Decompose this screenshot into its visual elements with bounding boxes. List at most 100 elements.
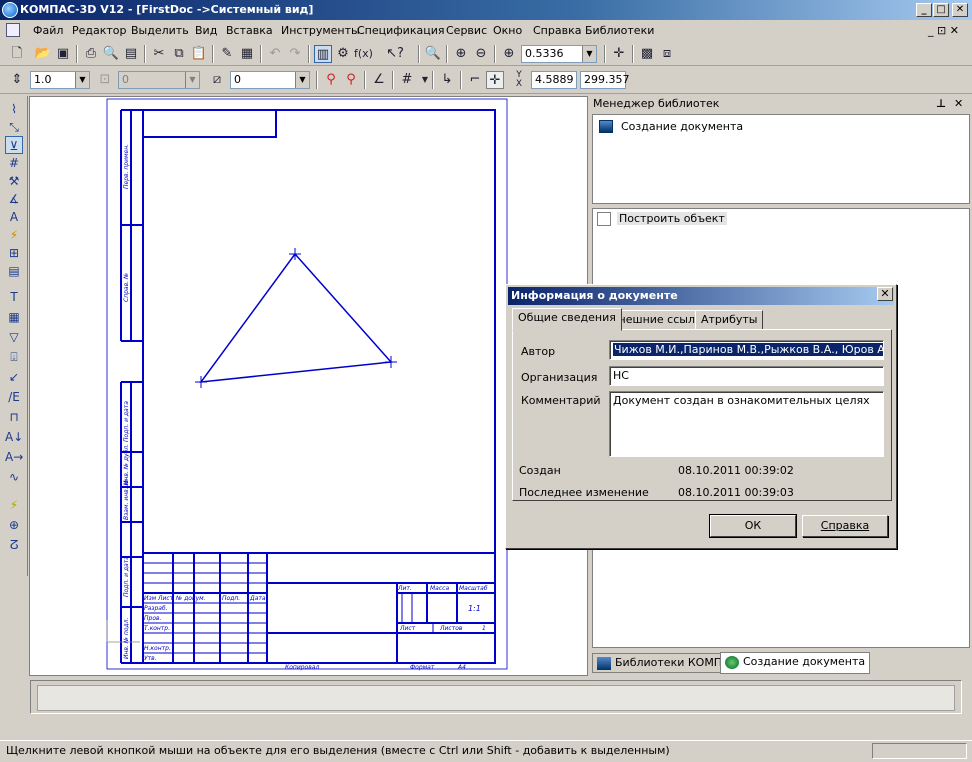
chevron-down-icon[interactable]: ▼ [75,72,89,88]
document-icon[interactable] [6,23,20,37]
menu-editor[interactable]: Редактор [72,24,127,37]
cut-line-icon[interactable]: A→ [5,448,23,466]
tab-create-document[interactable]: Создание документа [720,652,871,674]
chevron-down-icon[interactable]: ▼ [582,46,596,62]
variables-icon[interactable]: ⚙ [334,45,352,63]
undo-icon[interactable]: ↶ [266,45,284,63]
leader-icon[interactable]: ↙ [5,368,23,386]
author-field[interactable]: Чижов М.И.,Паринов М.В.,Рыжков В.А., Юро… [609,340,884,360]
fragment-icon[interactable]: ▤ [5,262,23,280]
menu-help[interactable]: Справка [533,24,581,37]
dimensions-icon[interactable]: ⤡ [5,118,23,136]
menu-tools[interactable]: Инструменты [281,24,360,37]
refresh-icon[interactable]: ▩ [638,45,656,63]
cut-icon[interactable]: ✂ [150,45,168,63]
close-button[interactable]: ✕ [952,3,968,17]
cursor-icon[interactable]: ✛ [486,71,504,89]
lightning-icon[interactable]: ⚡ [5,496,23,514]
scale-icon: ⇕ [11,72,23,87]
curve-icon[interactable]: ⵒ [5,536,23,554]
side-label-3: Подп. и дата [123,401,130,442]
save-icon[interactable]: ▣ [54,45,72,63]
style-combo[interactable]: 0 ▼ [230,71,310,89]
context-help-icon[interactable]: ↖? [386,45,404,63]
coordinates-icon: YX [510,71,528,89]
organization-field[interactable]: НС [609,366,884,386]
help-button[interactable]: Справка [802,515,888,537]
maximize-button[interactable]: □ [933,3,949,17]
select-icon[interactable]: ∡ [5,190,23,208]
copy-icon[interactable]: ⧉ [170,45,188,63]
new-document-icon[interactable]: 🗋 [8,45,26,63]
properties-icon[interactable]: ✎ [218,45,236,63]
dialog-close-button[interactable]: ✕ [877,287,893,301]
open-icon[interactable]: 📂 [34,45,52,63]
pin-icon[interactable]: ⊥ [936,96,946,112]
chevron-down-icon[interactable]: ▼ [185,72,199,88]
layer-combo[interactable]: 0 ▼ [118,71,200,89]
text-icon[interactable]: T [5,288,23,306]
grid-icon[interactable]: # [398,71,416,89]
zoom-in-icon[interactable]: ⊕ [452,45,470,63]
menu-insert[interactable]: Вставка [226,24,273,37]
library-tree[interactable]: Создание документа [592,114,970,204]
tab-general[interactable]: Общие сведения [512,308,622,331]
coord-y-field[interactable]: 299.357 [580,71,630,89]
orthogonal-mode-icon[interactable]: ⌐ [466,71,484,89]
arrow-icon[interactable]: A↓ [5,428,23,446]
view-manager-icon[interactable]: ⧈ [658,45,676,63]
print-preview-icon[interactable]: 🔍 [102,45,120,63]
tolerance-icon[interactable]: /E [5,388,23,406]
frame-icon[interactable]: ⊓ [5,408,23,426]
build-object-checkbox[interactable] [597,212,611,226]
menu-service[interactable]: Сервис [446,24,487,37]
ok-button[interactable]: ОК [709,514,797,538]
tab-attributes[interactable]: Атрибуты [695,310,764,330]
center-mark-icon[interactable]: ⊕ [5,516,23,534]
library-icon [597,657,611,670]
document-window-controls[interactable]: _ ⊡ ✕ [928,24,959,37]
reports-icon[interactable]: ⚡ [5,226,23,244]
menu-libraries[interactable]: Библиотеки [585,24,654,37]
menu-view[interactable]: Вид [195,24,217,37]
coord-x-field[interactable]: 4.5889 [531,71,577,89]
zoom-out-icon[interactable]: ⊖ [472,45,490,63]
list-icon[interactable]: ▦ [238,45,256,63]
local-snap-icon[interactable]: ⚲ [342,71,360,89]
minimize-button[interactable]: _ [916,3,932,17]
edit-icon[interactable]: ⊻ [5,136,23,154]
stamp-mass: Масса [430,585,449,592]
library-manager-icon[interactable]: ▥ [314,45,332,63]
paste-icon[interactable]: 📋 [190,45,208,63]
zoom-combo[interactable]: 0.5336 ▼ [521,45,597,63]
menu-window[interactable]: Окно [493,24,522,37]
zoom-scale-icon[interactable]: ⊕ [500,45,518,63]
print-icon[interactable]: ⎙ [82,45,100,63]
parametrization-icon[interactable]: # [5,154,23,172]
wave-icon[interactable]: ∿ [5,468,23,486]
menu-file[interactable]: Файл [33,24,63,37]
page-setup-icon[interactable]: ▤ [122,45,140,63]
menu-select[interactable]: Выделить [131,24,189,37]
ortho-icon[interactable]: ∠ [370,71,388,89]
snap-icon[interactable]: ⚲ [322,71,340,89]
panel-close-icon[interactable]: ✕ [954,96,963,112]
function-icon[interactable]: f(x) [354,45,373,63]
geometry-icon[interactable]: ⌇ [5,100,23,118]
pan-icon[interactable]: ✛ [610,45,628,63]
menu-specification[interactable]: Спецификация [357,24,444,37]
comment-field[interactable]: Документ создан в ознакомительных целях [609,391,884,457]
roughness-icon[interactable]: ▽ [5,328,23,346]
tree-item-create-document[interactable]: Создание документа [621,120,743,133]
measure-icon[interactable]: ⚒ [5,172,23,190]
insert-icon[interactable]: ⊞ [5,244,23,262]
spec-icon[interactable]: A [5,208,23,226]
zoom-window-icon[interactable]: 🔍 [424,45,442,63]
chevron-down-icon[interactable]: ▼ [295,72,309,88]
scale-combo[interactable]: 1.0 ▼ [30,71,90,89]
base-icon[interactable]: ⍗ [5,348,23,366]
stamp-scale: Масштаб [459,585,488,592]
table-icon[interactable]: ▦ [5,308,23,326]
redo-icon[interactable]: ↷ [286,45,304,63]
local-cs-icon[interactable]: ↳ [438,71,456,89]
